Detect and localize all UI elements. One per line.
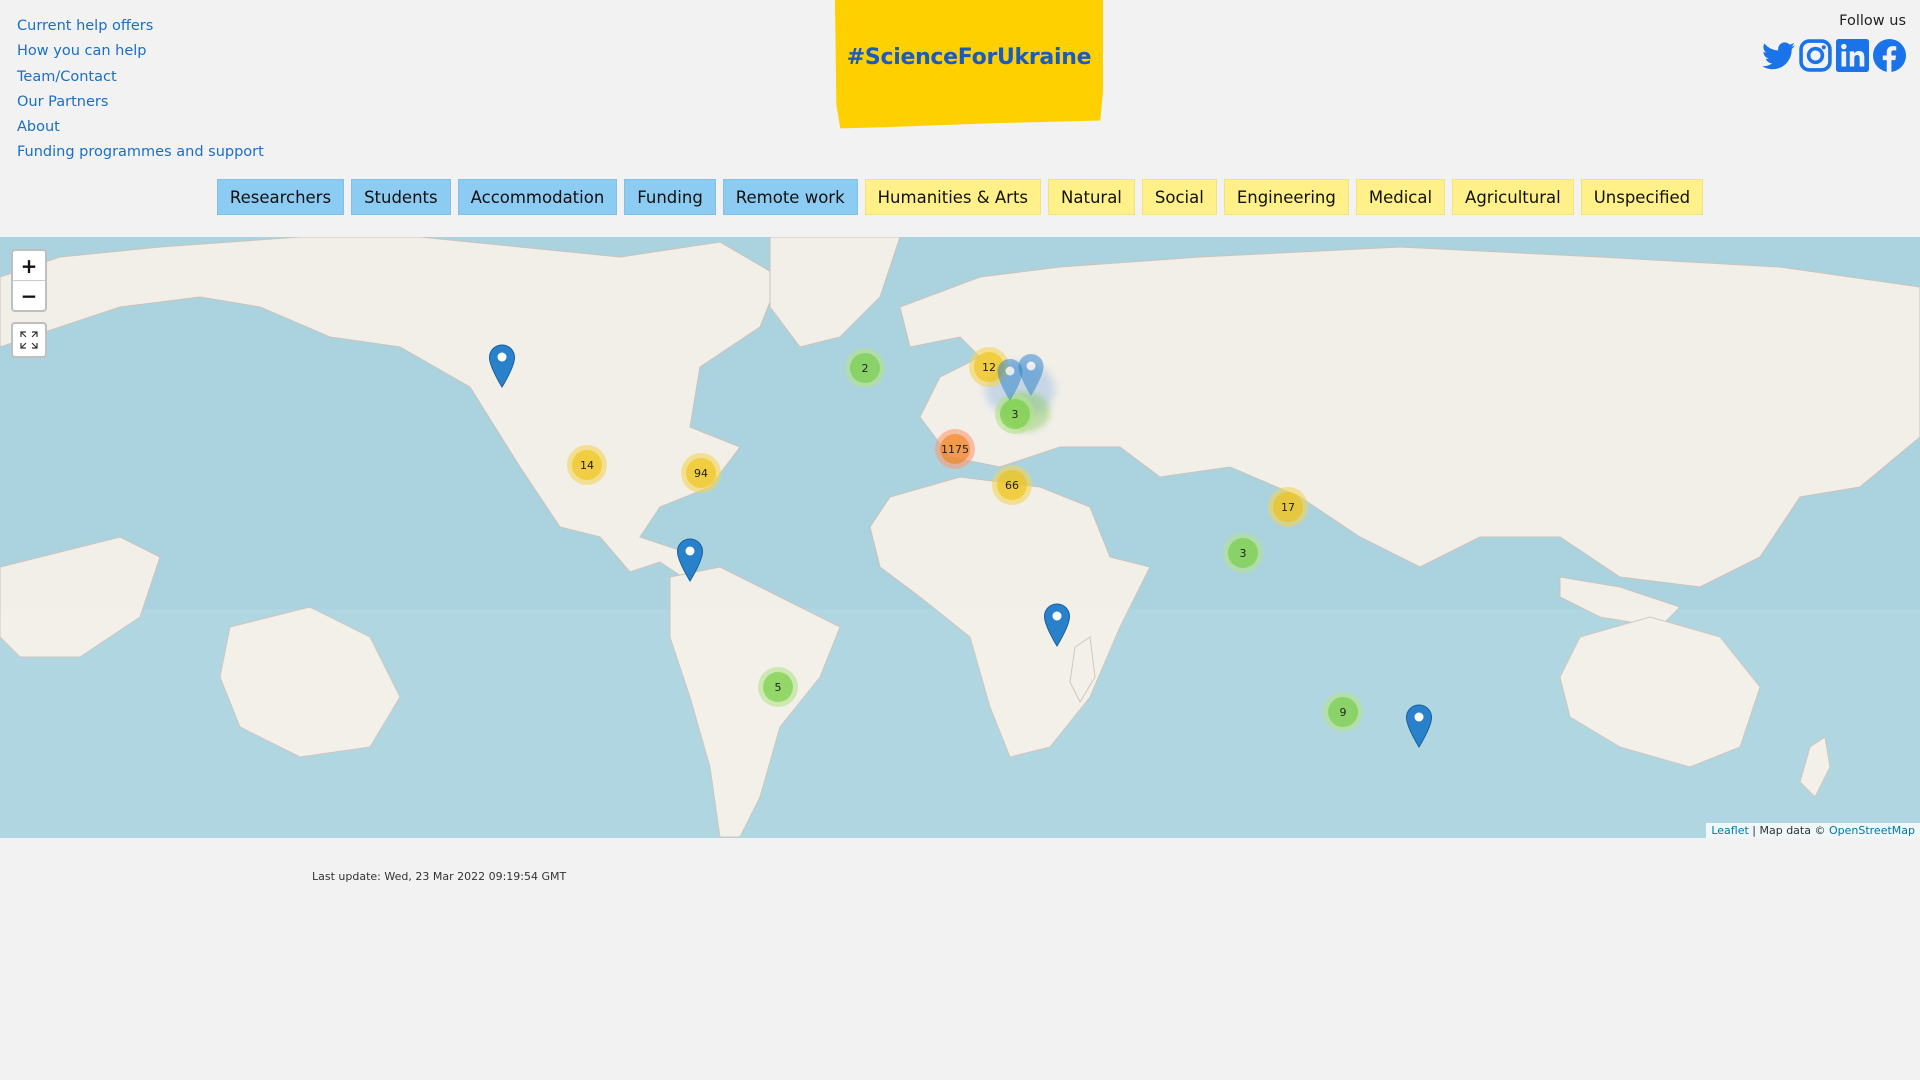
zoom-control: + − bbox=[11, 249, 47, 312]
map-cluster-count: 17 bbox=[1273, 492, 1303, 522]
world-map[interactable]: + − 2 12 1175 66 14 94 17 3 5 9 3 Leafle… bbox=[0, 237, 1920, 838]
map-cluster-count: 3 bbox=[1000, 399, 1030, 429]
filter-social[interactable]: Social bbox=[1141, 179, 1217, 215]
linkedin-icon[interactable] bbox=[1836, 39, 1869, 72]
filter-natural[interactable]: Natural bbox=[1048, 179, 1135, 215]
leaflet-link[interactable]: Leaflet bbox=[1711, 824, 1748, 837]
map-cluster[interactable]: 17 bbox=[1268, 487, 1308, 527]
map-cluster[interactable]: 66 bbox=[992, 465, 1032, 505]
map-cluster-count: 14 bbox=[572, 450, 602, 480]
fullscreen-icon bbox=[20, 331, 38, 349]
map-cluster[interactable]: 9 bbox=[1323, 692, 1363, 732]
site-logo-text: #ScienceForUkraine bbox=[846, 45, 1092, 70]
nav-links: Current help offers How you can help Tea… bbox=[17, 14, 264, 166]
map-cluster-count: 1175 bbox=[940, 434, 970, 464]
zoom-in-button[interactable]: + bbox=[13, 251, 45, 281]
follow-us-section: Follow us bbox=[1762, 13, 1906, 72]
filter-funding[interactable]: Funding bbox=[624, 179, 716, 215]
instagram-icon[interactable] bbox=[1799, 39, 1832, 72]
map-pin-icon[interactable] bbox=[1043, 603, 1071, 647]
map-cluster[interactable]: 14 bbox=[567, 445, 607, 485]
nav-link-our-partners[interactable]: Our Partners bbox=[17, 90, 264, 115]
map-cluster[interactable]: 2 bbox=[845, 348, 885, 388]
map-cluster[interactable]: 94 bbox=[681, 453, 721, 493]
nav-link-about[interactable]: About bbox=[17, 115, 264, 140]
filter-students[interactable]: Students bbox=[351, 179, 451, 215]
map-pin-icon[interactable] bbox=[488, 344, 516, 388]
filter-agricultural[interactable]: Agricultural bbox=[1452, 179, 1574, 215]
filter-accommodation[interactable]: Accommodation bbox=[457, 179, 618, 215]
map-pin-icon[interactable] bbox=[676, 538, 704, 582]
map-pin-icon[interactable] bbox=[1405, 704, 1433, 748]
zoom-out-button[interactable]: − bbox=[13, 281, 45, 310]
filter-bar: Researchers Students Accommodation Fundi… bbox=[0, 179, 1920, 215]
openstreetmap-link[interactable]: OpenStreetMap bbox=[1829, 824, 1915, 837]
map-cluster[interactable]: 5 bbox=[758, 667, 798, 707]
map-attribution: Leaflet | Map data © OpenStreetMap bbox=[1706, 823, 1920, 838]
nav-link-current-help-offers[interactable]: Current help offers bbox=[17, 14, 264, 39]
map-cluster-count: 5 bbox=[763, 672, 793, 702]
last-update-text: Last update: Wed, 23 Mar 2022 09:19:54 G… bbox=[312, 870, 567, 883]
map-cluster-count: 94 bbox=[686, 458, 716, 488]
map-cluster[interactable]: 1175 bbox=[935, 429, 975, 469]
twitter-icon[interactable] bbox=[1762, 39, 1795, 72]
nav-link-team-contact[interactable]: Team/Contact bbox=[17, 65, 264, 90]
attribution-separator: | Map data © bbox=[1748, 824, 1829, 837]
map-cluster-count: 3 bbox=[1228, 538, 1258, 568]
filter-engineering[interactable]: Engineering bbox=[1223, 179, 1349, 215]
map-cluster-count: 9 bbox=[1328, 697, 1358, 727]
filter-researchers[interactable]: Researchers bbox=[216, 179, 345, 215]
facebook-icon[interactable] bbox=[1873, 39, 1906, 72]
filter-unspecified[interactable]: Unspecified bbox=[1580, 179, 1704, 215]
follow-us-label: Follow us bbox=[1839, 13, 1906, 29]
nav-link-funding-programmes[interactable]: Funding programmes and support bbox=[17, 140, 264, 165]
map-base-layer bbox=[0, 237, 1920, 838]
map-cluster-count: 2 bbox=[850, 353, 880, 383]
map-cluster[interactable]: 3 bbox=[1223, 533, 1263, 573]
filter-medical[interactable]: Medical bbox=[1355, 179, 1446, 215]
filter-humanities-arts[interactable]: Humanities & Arts bbox=[864, 179, 1042, 215]
filter-remote-work[interactable]: Remote work bbox=[722, 179, 858, 215]
site-logo[interactable]: #ScienceForUkraine bbox=[835, 0, 1103, 129]
nav-link-how-you-can-help[interactable]: How you can help bbox=[17, 39, 264, 64]
fullscreen-button[interactable] bbox=[11, 322, 47, 358]
map-pin-icon[interactable] bbox=[1017, 353, 1045, 397]
social-icons bbox=[1762, 39, 1906, 72]
map-cluster-count: 66 bbox=[997, 470, 1027, 500]
